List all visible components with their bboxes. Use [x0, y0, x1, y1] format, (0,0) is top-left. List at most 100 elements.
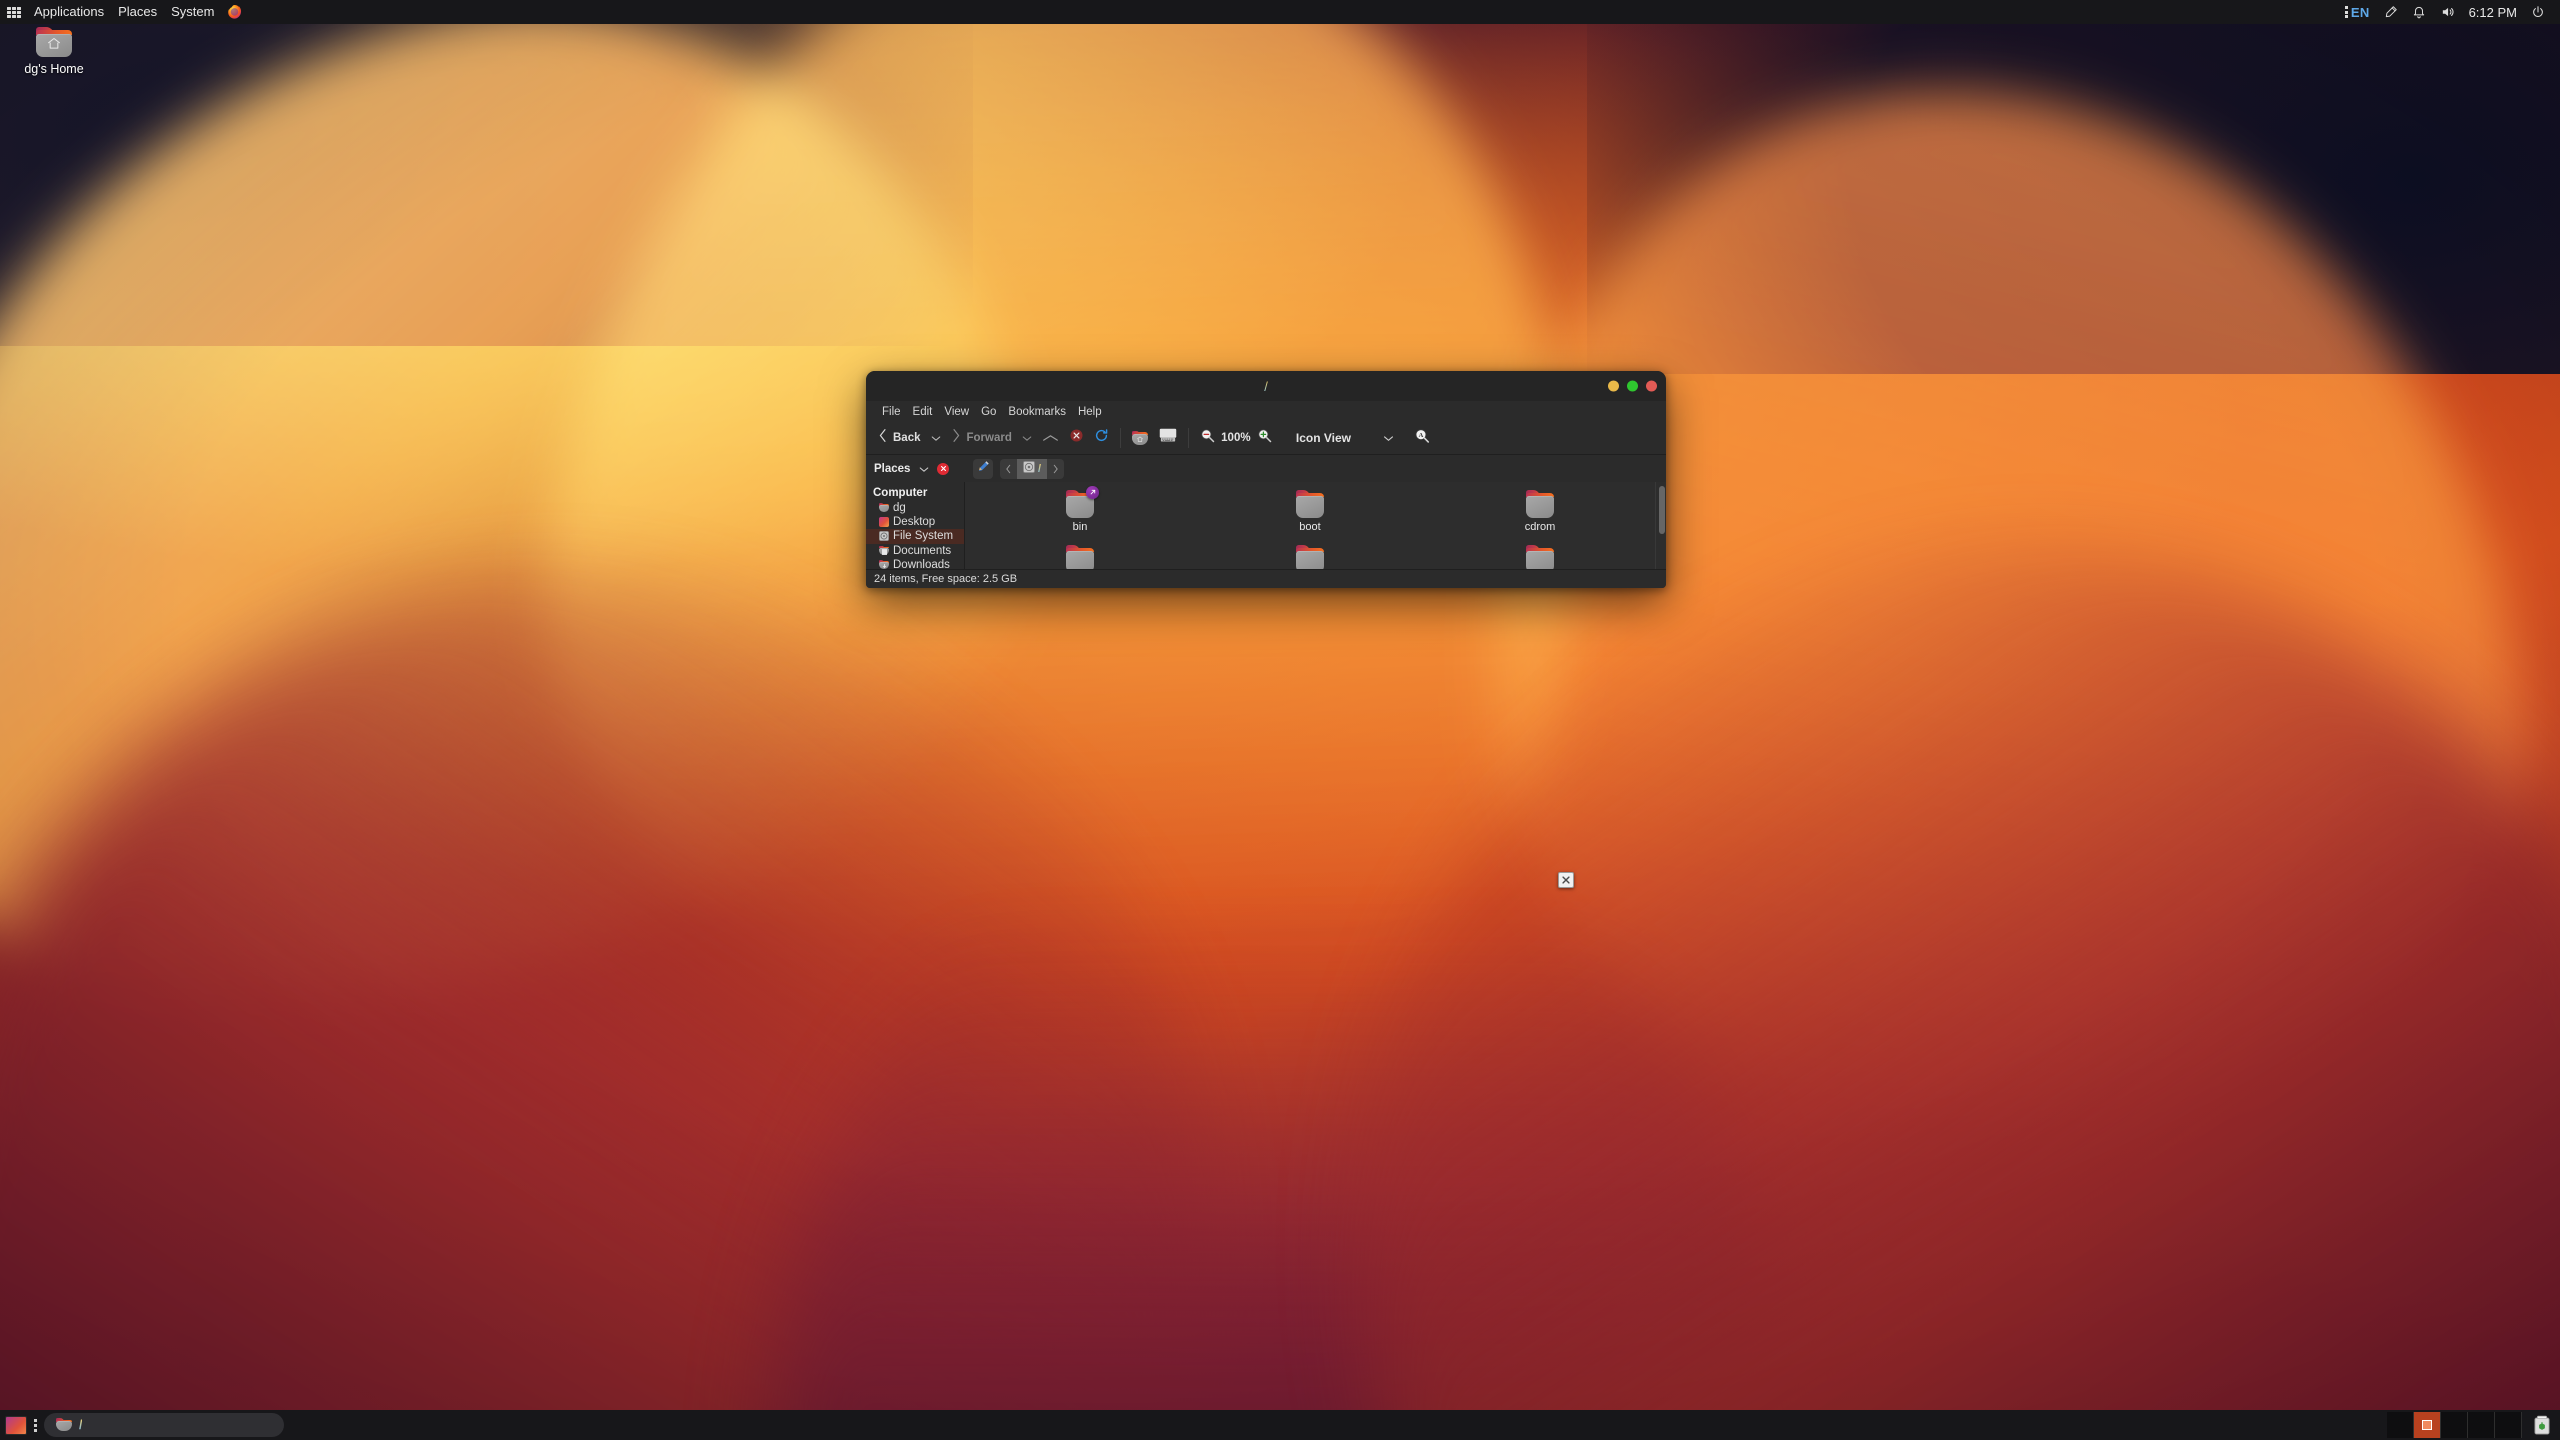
reload-button[interactable]: [1089, 425, 1114, 451]
forward-button[interactable]: Forward: [946, 425, 1017, 451]
menu-bookmarks[interactable]: Bookmarks: [1002, 404, 1072, 420]
home-button[interactable]: [1127, 428, 1154, 449]
toolbar-separator-2: [1187, 428, 1189, 448]
view-mode-dropdown[interactable]: [1378, 432, 1399, 445]
zoom-in-icon: [1257, 428, 1272, 448]
sidebar-item-dg[interactable]: dg: [866, 501, 964, 515]
view-mode-selector[interactable]: Icon View: [1291, 428, 1356, 448]
places-close-icon[interactable]: [937, 462, 950, 475]
svg-text:A: A: [1419, 432, 1424, 439]
file-item[interactable]: etc: [1195, 544, 1425, 569]
menu-places[interactable]: Places: [111, 0, 164, 24]
stylus-icon[interactable]: [2377, 0, 2405, 24]
sidebar-item-desktop[interactable]: Desktop: [866, 515, 964, 529]
desktop-icon-dg-home[interactable]: dg's Home: [20, 26, 88, 76]
menu-system[interactable]: System: [164, 0, 221, 24]
sidebar-item-label: File System: [893, 530, 954, 543]
sidebar-item-file-system[interactable]: File System: [866, 529, 964, 544]
view-mode-label: Icon View: [1295, 431, 1352, 445]
clock[interactable]: 6:12 PM: [2462, 0, 2524, 24]
sidebar-item-documents[interactable]: Documents: [866, 544, 964, 558]
sidebar-item-label: Documents: [893, 544, 952, 557]
workspace-3[interactable]: [2441, 1412, 2468, 1438]
back-history-dropdown[interactable]: [926, 432, 946, 445]
workspace-switcher: [2387, 1412, 2522, 1438]
places-title: Places: [874, 462, 911, 475]
file-list-area[interactable]: binbootcdromdevetchomeliblib32lib64libx3…: [965, 482, 1666, 569]
search-button[interactable]: A: [1409, 425, 1435, 452]
chevron-down-icon: [931, 435, 940, 441]
zoom-out-icon: [1200, 428, 1215, 448]
minimize-button[interactable]: [1608, 380, 1619, 392]
symlink-badge-icon: [1086, 486, 1099, 499]
window-titlebar[interactable]: /: [866, 371, 1666, 401]
menu-edit[interactable]: Edit: [907, 404, 939, 420]
places-dropdown-icon[interactable]: [919, 460, 929, 478]
apps-grid-icon[interactable]: [7, 6, 21, 18]
breadcrumb-prev-button[interactable]: [1000, 459, 1017, 479]
breadcrumb-crumb-root[interactable]: /: [1017, 458, 1048, 479]
keyboard-layout-indicator[interactable]: EN: [2338, 0, 2377, 24]
file-item[interactable]: boot: [1195, 489, 1425, 544]
menu-help[interactable]: Help: [1072, 404, 1108, 420]
chevron-right-icon: [951, 428, 962, 448]
file-name-label: bin: [1072, 521, 1088, 533]
bottom-panel: /: [0, 1410, 2560, 1440]
menu-go[interactable]: Go: [975, 404, 1002, 420]
show-desktop-icon[interactable]: [5, 1415, 27, 1435]
breadcrumb-next-button[interactable]: [1047, 459, 1064, 479]
trash-icon[interactable]: [2530, 1412, 2554, 1438]
firefox-icon[interactable]: [226, 4, 243, 21]
open-terminal-icon: [1159, 428, 1177, 448]
taskbar-window-button[interactable]: /: [44, 1413, 284, 1437]
pathbar: /: [965, 455, 1666, 482]
sidebar-item-label: Desktop: [893, 516, 936, 529]
folder-icon: [1295, 544, 1325, 569]
workspace-4[interactable]: [2468, 1412, 2495, 1438]
stop-button[interactable]: [1064, 425, 1089, 451]
filesystem-disc-icon: [879, 531, 889, 542]
places-header: Places: [866, 455, 965, 482]
drag-handle-icon[interactable]: [34, 1418, 37, 1432]
search-by-name-icon: A: [1414, 428, 1430, 449]
sidebar-item-label: dg: [893, 502, 906, 515]
status-text: 24 items, Free space: 2.5 GB: [874, 573, 1018, 585]
power-icon[interactable]: [2524, 0, 2552, 24]
close-button[interactable]: [1646, 380, 1657, 392]
workspace-2[interactable]: [2414, 1412, 2441, 1438]
open-terminal-button[interactable]: [1154, 425, 1182, 451]
menu-view[interactable]: View: [938, 404, 975, 420]
file-item[interactable]: cdrom: [1425, 489, 1655, 544]
drag-cancel-icon: [1558, 872, 1574, 888]
forward-history-dropdown[interactable]: [1017, 432, 1037, 445]
file-manager-window: / File Edit View Go Bookmarks Help Back …: [866, 371, 1666, 588]
zoom-level-label: 100%: [1221, 432, 1251, 444]
window-body: Computer dg Desktop File System Document…: [866, 482, 1666, 569]
file-name-label: boot: [1299, 521, 1321, 533]
top-panel: Applications Places System EN 6:12 PM: [0, 0, 2560, 24]
zoom-out-button[interactable]: [1195, 425, 1220, 451]
back-button[interactable]: Back: [872, 425, 926, 451]
scrollbar-thumb[interactable]: [1659, 486, 1665, 534]
file-item[interactable]: bin: [965, 486, 1195, 544]
status-bar: 24 items, Free space: 2.5 GB: [866, 569, 1666, 588]
edit-path-button[interactable]: [973, 458, 993, 479]
speaker-icon[interactable]: [2433, 0, 2462, 24]
sidebar-item-downloads[interactable]: Downloads: [866, 558, 964, 569]
vertical-scrollbar[interactable]: [1655, 482, 1666, 569]
zoom-in-button[interactable]: [1252, 425, 1277, 451]
workspace-1[interactable]: [2387, 1412, 2414, 1438]
file-item[interactable]: home: [1425, 544, 1655, 569]
file-item[interactable]: dev: [965, 544, 1195, 569]
wallpaper-vignette: [0, 0, 2560, 1440]
menu-applications[interactable]: Applications: [27, 0, 111, 24]
menu-file[interactable]: File: [876, 404, 907, 420]
window-title: /: [1264, 378, 1268, 394]
maximize-button[interactable]: [1627, 380, 1638, 392]
workspace-5[interactable]: [2495, 1412, 2522, 1438]
up-button[interactable]: [1037, 430, 1064, 446]
home-folder-icon: [1132, 430, 1149, 446]
folder-icon: [1065, 544, 1095, 569]
pencil-icon: [977, 460, 990, 478]
bell-icon[interactable]: [2405, 0, 2433, 24]
